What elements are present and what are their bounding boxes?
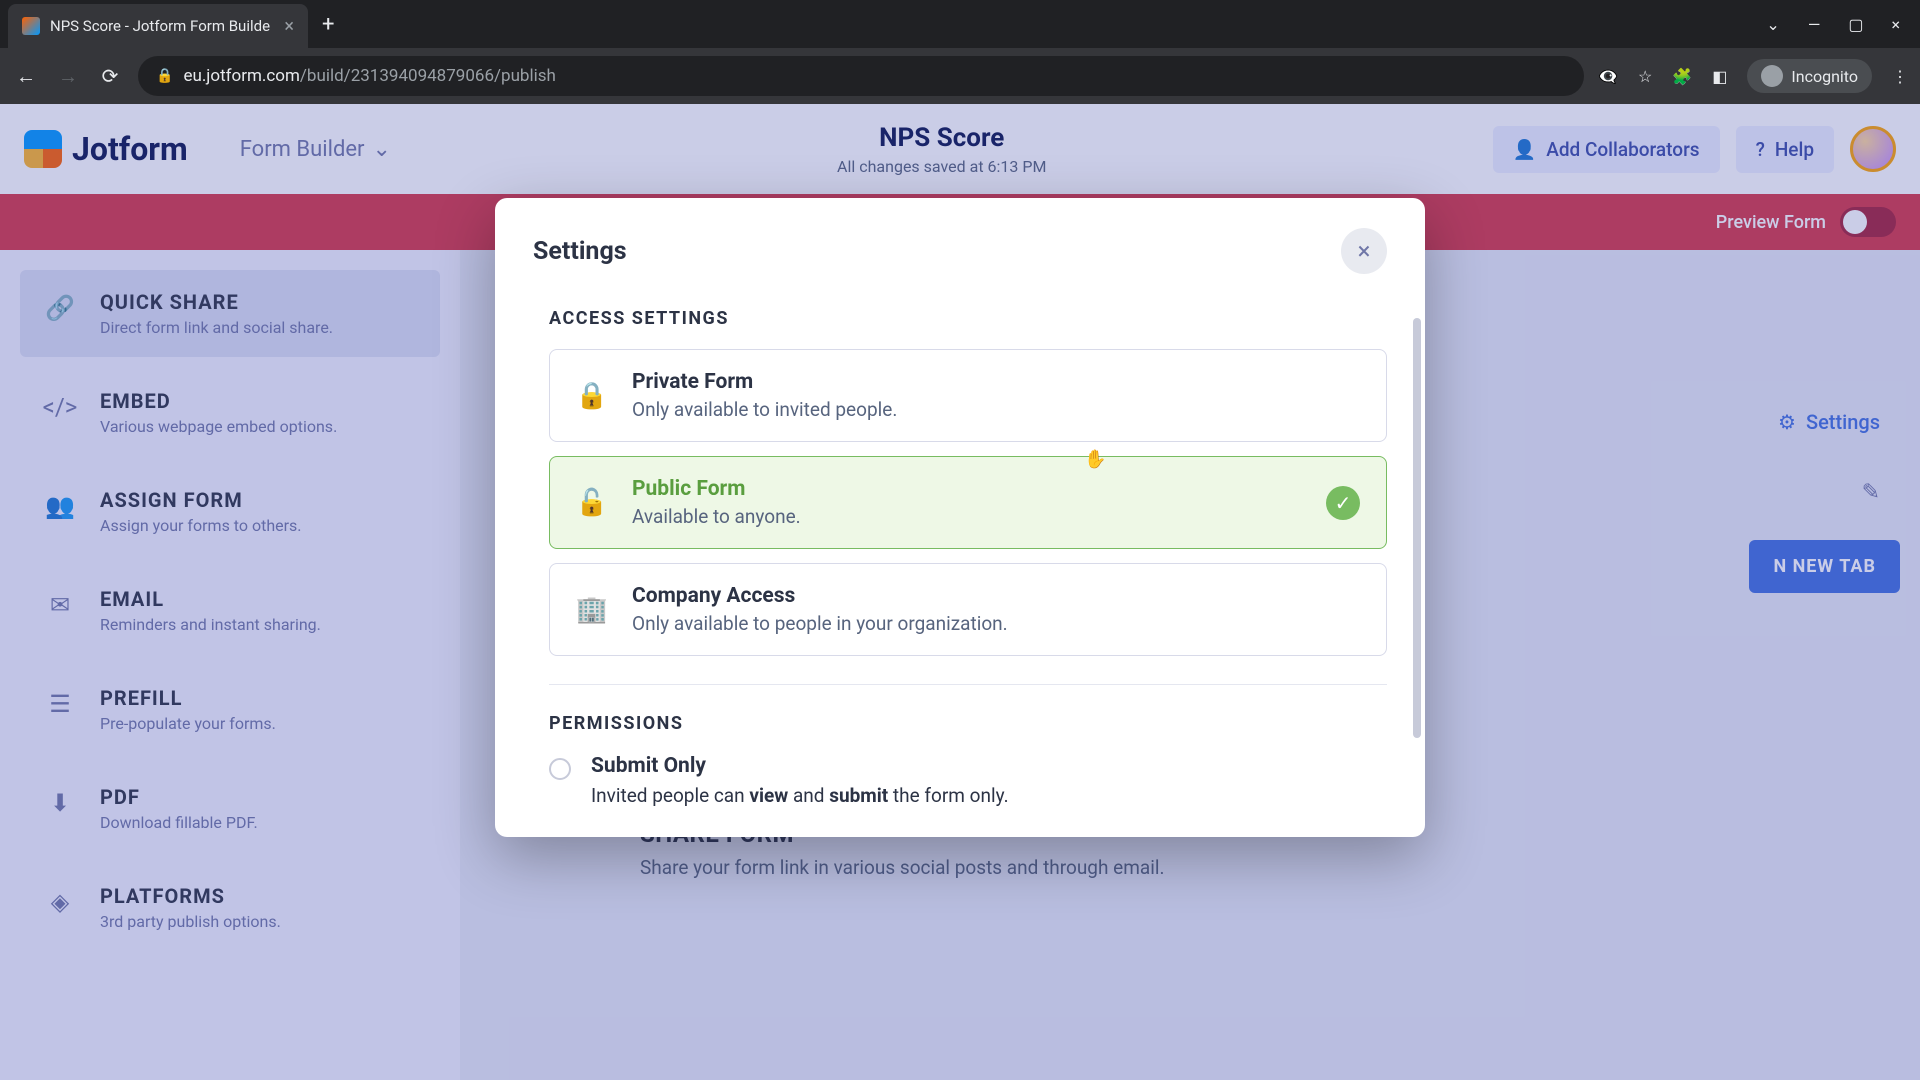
check-icon: ✓ (1326, 486, 1360, 520)
option-title: Public Form (632, 477, 801, 501)
list-icon: ☰ (42, 686, 78, 722)
tab-title: NPS Score - Jotform Form Builde (50, 17, 270, 35)
permission-submit-only[interactable]: Submit Only Invited people can view and … (549, 754, 1387, 807)
logo[interactable]: Jotform (24, 130, 188, 168)
permission-desc: Invited people can view and submit the f… (591, 784, 1009, 807)
browser-tab-strip: NPS Score - Jotform Form Builde × + ⌄ — … (0, 0, 1920, 48)
browser-toolbar: ← → ⟳ 🔒 eu.jotform.com/build/23139409487… (0, 48, 1920, 104)
radio-icon (549, 758, 571, 780)
sidebar-item-embed[interactable]: </> EMBEDVarious webpage embed options. (20, 369, 440, 456)
sidebar-item-label: QUICK SHARE (100, 290, 333, 314)
address-bar[interactable]: 🔒 eu.jotform.com/build/231394094879066/p… (138, 56, 1584, 96)
sidebar-item-label: PREFILL (100, 686, 276, 710)
option-title: Private Form (632, 370, 897, 394)
eye-off-icon[interactable]: 👁‍🗨 (1598, 67, 1618, 86)
incognito-icon (1761, 65, 1783, 87)
menu-icon[interactable]: ⋮ (1892, 67, 1908, 86)
minimize-icon[interactable]: — (1808, 15, 1821, 34)
extensions-icon[interactable]: 🧩 (1672, 67, 1692, 86)
close-button[interactable]: × (1341, 228, 1387, 274)
dropdown-icon[interactable]: ⌄ (1766, 15, 1779, 34)
option-desc: Only available to people in your organiz… (632, 612, 1008, 635)
forward-button[interactable]: → (54, 64, 82, 89)
logo-mark (24, 130, 62, 168)
browser-tab[interactable]: NPS Score - Jotform Form Builde × (8, 4, 308, 48)
sidebar-item-prefill[interactable]: ☰ PREFILLPre-populate your forms. (20, 666, 440, 753)
edit-icon[interactable]: ✎ (1862, 480, 1880, 505)
maximize-icon[interactable]: ▢ (1848, 15, 1863, 34)
settings-button[interactable]: ⚙ Settings (1778, 410, 1880, 434)
avatar[interactable] (1850, 126, 1896, 172)
option-company-access[interactable]: 🏢 Company Access Only available to peopl… (549, 563, 1387, 656)
permissions-label: PERMISSIONS (549, 713, 1387, 734)
user-plus-icon: 👤 (1513, 138, 1537, 161)
close-window-icon[interactable]: × (1891, 15, 1900, 34)
url-text: eu.jotform.com/build/231394094879066/pub… (183, 66, 555, 86)
scrollbar[interactable] (1413, 318, 1421, 738)
reload-button[interactable]: ⟳ (96, 64, 124, 88)
back-button[interactable]: ← (12, 64, 40, 89)
sidebar-item-label: PLATFORMS (100, 884, 281, 908)
preview-toggle[interactable] (1840, 207, 1896, 237)
close-icon: × (1358, 237, 1371, 265)
option-public-form[interactable]: 🔓 Public Form Available to anyone. ✓ (549, 456, 1387, 549)
publish-sidebar: 🔗 QUICK SHAREDirect form link and social… (0, 250, 460, 1080)
chevron-down-icon: ⌄ (372, 137, 390, 162)
download-icon: ⬇ (42, 785, 78, 821)
building-icon: 🏢 (576, 594, 608, 626)
option-private-form[interactable]: 🔒 Private Form Only available to invited… (549, 349, 1387, 442)
mail-icon: ✉ (42, 587, 78, 623)
help-icon: ? (1756, 138, 1765, 161)
permission-title: Submit Only (591, 754, 1009, 778)
sidebar-item-label: EMBED (100, 389, 337, 413)
star-icon[interactable]: ☆ (1638, 67, 1652, 86)
access-settings-label: ACCESS SETTINGS (549, 308, 1387, 329)
option-desc: Available to anyone. (632, 505, 801, 528)
sidebar-item-pdf[interactable]: ⬇ PDFDownload fillable PDF. (20, 765, 440, 852)
favicon (22, 17, 40, 35)
sidebar-item-platforms[interactable]: ◈ PLATFORMS3rd party publish options. (20, 864, 440, 951)
link-icon: 🔗 (42, 290, 78, 326)
option-desc: Only available to invited people. (632, 398, 897, 421)
layers-icon: ◈ (42, 884, 78, 920)
help-button[interactable]: ? Help (1736, 126, 1834, 173)
code-icon: </> (42, 389, 78, 425)
divider (549, 684, 1387, 685)
sidebar-item-label: EMAIL (100, 587, 321, 611)
sidebar-item-assign[interactable]: 👥 ASSIGN FORMAssign your forms to others… (20, 468, 440, 555)
open-new-tab-button[interactable]: N NEW TAB (1749, 540, 1900, 593)
sidebar-item-label: ASSIGN FORM (100, 488, 302, 512)
share-form-desc: Share your form link in various social p… (640, 856, 1164, 879)
gear-icon: ⚙ (1778, 410, 1796, 434)
unlock-icon: 🔓 (576, 487, 608, 519)
tab-close-icon[interactable]: × (284, 16, 294, 37)
save-status: All changes saved at 6:13 PM (413, 157, 1471, 176)
option-title: Company Access (632, 584, 1008, 608)
sidebar-item-label: PDF (100, 785, 258, 809)
logo-text: Jotform (72, 130, 188, 168)
modal-title: Settings (533, 237, 627, 266)
settings-modal: Settings × ACCESS SETTINGS 🔒 Private For… (495, 198, 1425, 837)
sidebar-item-email[interactable]: ✉ EMAILReminders and instant sharing. (20, 567, 440, 654)
lock-icon: 🔒 (156, 68, 173, 84)
preview-form-label: Preview Form (1716, 212, 1826, 233)
lock-icon: 🔒 (576, 380, 608, 412)
sidepanel-icon[interactable]: ◧ (1712, 67, 1727, 86)
sidebar-item-quick-share[interactable]: 🔗 QUICK SHAREDirect form link and social… (20, 270, 440, 357)
users-icon: 👥 (42, 488, 78, 524)
window-controls: ⌄ — ▢ × (1766, 15, 1912, 34)
incognito-badge[interactable]: Incognito (1747, 59, 1872, 93)
form-title[interactable]: NPS Score (413, 123, 1471, 153)
form-builder-dropdown[interactable]: Form Builder ⌄ (240, 137, 391, 162)
app-header: Jotform Form Builder ⌄ NPS Score All cha… (0, 104, 1920, 194)
add-collaborators-button[interactable]: 👤 Add Collaborators (1493, 126, 1720, 173)
new-tab-button[interactable]: + (322, 12, 334, 37)
